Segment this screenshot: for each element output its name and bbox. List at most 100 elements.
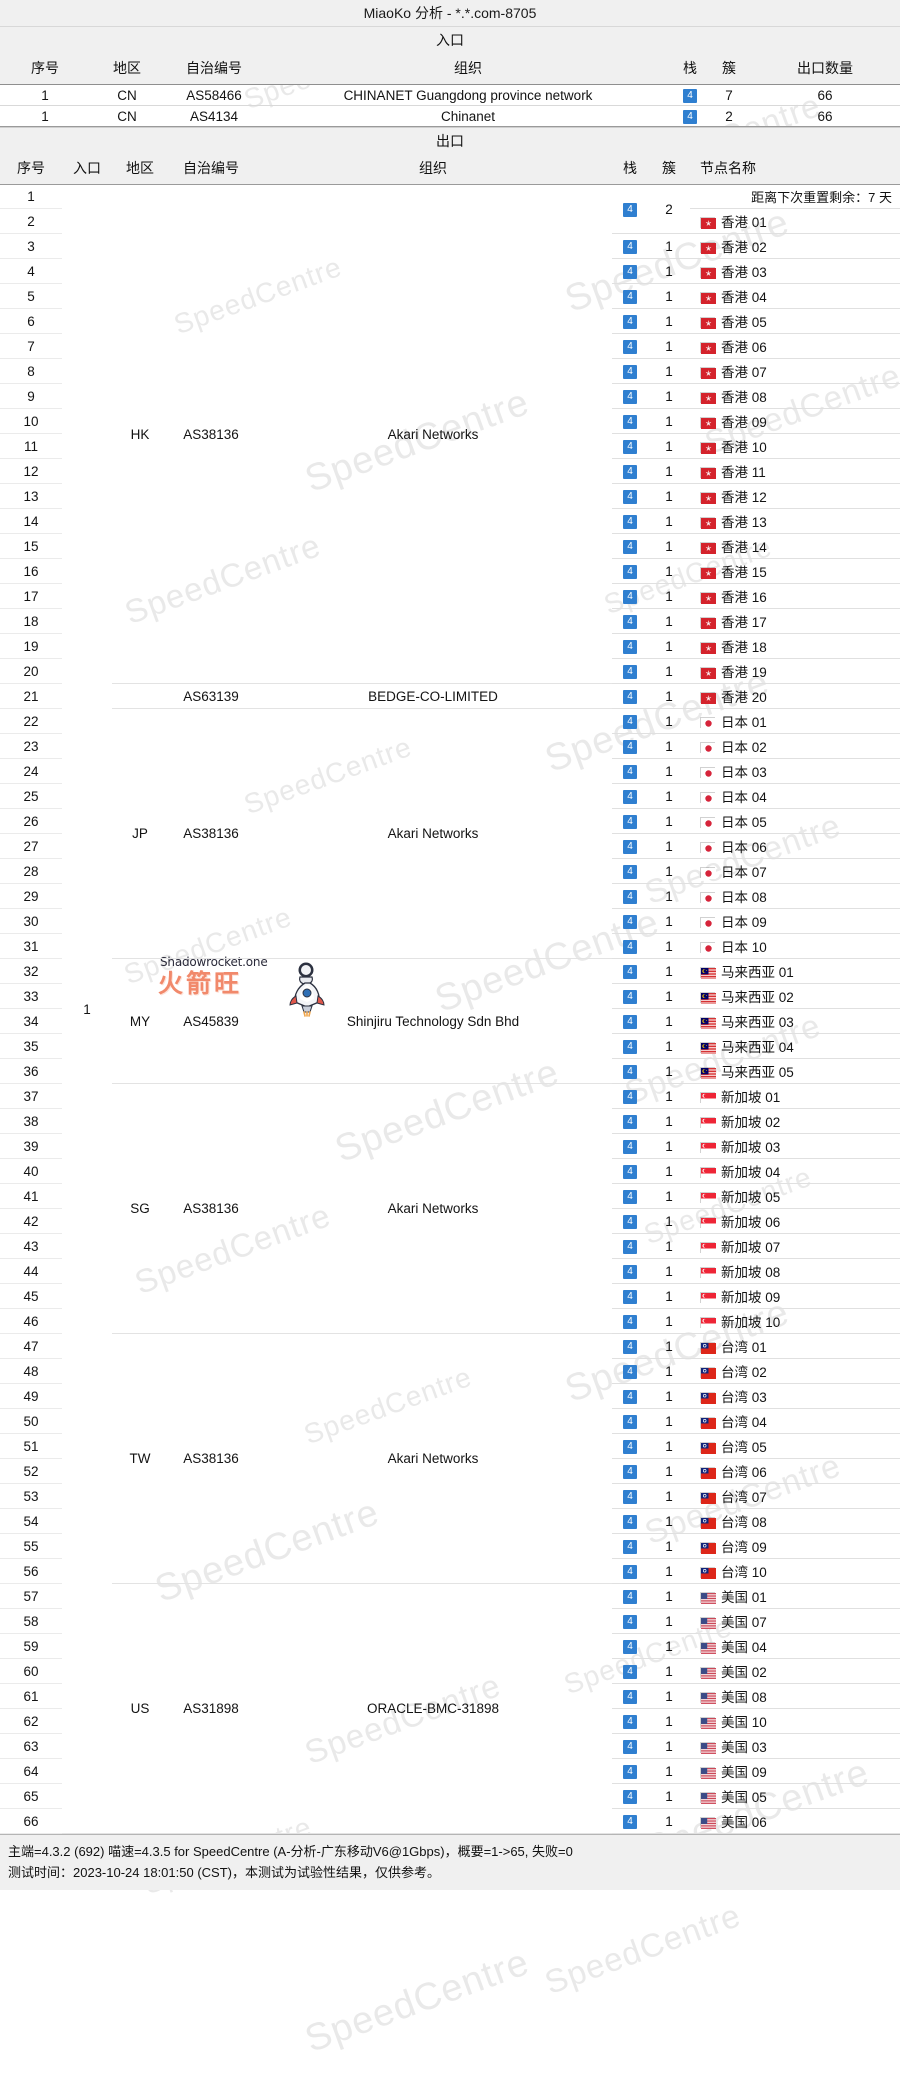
stack-badge: 4: [623, 639, 637, 654]
entry-col-index[interactable]: 序号: [0, 53, 90, 85]
exit-col-asn[interactable]: 自治编号: [168, 153, 254, 185]
table-row[interactable]: 32 MY AS45839 Shinjiru Technology Sdn Bhd 4 1…: [0, 958, 900, 1084]
exit-stack: 4: [612, 708, 648, 734]
exit-cluster: 1: [648, 1108, 690, 1134]
entry-col-org[interactable]: 组织: [264, 53, 672, 85]
stack-badge: 4: [623, 964, 637, 979]
table-row[interactable]: 1 CN AS4134 Chinanet 4 2 66: [0, 106, 900, 127]
exit-node-name: 日本 06: [690, 833, 900, 859]
entry-index: 1: [41, 108, 49, 124]
exit-node-name: 香港 01: [690, 208, 900, 234]
exit-node-name: 日本 02: [690, 733, 900, 759]
exit-col-cluster[interactable]: 簇: [648, 153, 690, 185]
entry-stack: 4: [672, 85, 708, 106]
table-row[interactable]: 47 TW AS38136 Akari Networks 4 1 台湾 01: [0, 1333, 900, 1584]
exit-stack: 4: [612, 683, 648, 709]
exit-node-name: 香港 10: [690, 433, 900, 459]
table-row[interactable]: 22 JP AS38136 Akari Networks 4 1 日本 01: [0, 708, 900, 959]
exit-region: MY: [112, 958, 168, 1084]
entry-col-asn[interactable]: 自治编号: [164, 53, 264, 85]
exit-col-node-name[interactable]: 节点名称: [690, 153, 900, 185]
exit-index: 8: [27, 363, 35, 379]
exit-cluster: 1: [648, 1508, 690, 1534]
exit-col-region[interactable]: 地区: [112, 153, 168, 185]
exit-node-name: 香港 20: [690, 683, 900, 709]
hk-flag: [700, 517, 716, 529]
entry-col-region[interactable]: 地区: [90, 53, 164, 85]
node-label: 香港 01: [721, 215, 767, 230]
node-label: 美国 08: [721, 1690, 767, 1705]
table-row[interactable]: 1 1 HK AS38136 Akari Networks 4 2 距离下次重置剩余：7 天: [0, 184, 900, 1834]
table-row[interactable]: 1 CN AS58466 CHINANET Guangdong province ne…: [0, 85, 900, 106]
entry-col-stack[interactable]: 栈: [672, 53, 708, 85]
exit-col-stack[interactable]: 栈: [612, 153, 648, 185]
exit-stack: 4: [612, 533, 648, 559]
exit-node-name: 香港 06: [690, 333, 900, 359]
exit-stack: 4: [612, 1458, 648, 1484]
sg-flag: [700, 1192, 716, 1204]
exit-stack: 4: [612, 458, 648, 484]
exit-banner-label: 出口: [436, 132, 464, 149]
node-label: 香港 05: [721, 315, 767, 330]
exit-cluster: 1: [648, 1208, 690, 1234]
entry-col-cluster[interactable]: 簇: [708, 53, 750, 85]
exit-node-name: 新加坡 05: [690, 1183, 900, 1209]
exit-asn: AS38136: [168, 1333, 254, 1584]
stack-badge: 4: [623, 1014, 637, 1029]
stack-badge: 4: [623, 1639, 637, 1654]
entry-col-exit-count[interactable]: 出口数量: [750, 53, 900, 85]
hk-flag: [700, 567, 716, 579]
exit-col-index[interactable]: 序号: [0, 153, 62, 185]
entry-stack: 4: [672, 106, 708, 127]
exit-cluster: 1: [648, 1483, 690, 1509]
exit-table-body: 1 1 HK AS38136 Akari Networks 4 2 距离下次重置剩余：7 天2…: [0, 184, 900, 1834]
exit-stack: 4: [612, 983, 648, 1009]
stack-badge: 4: [623, 939, 637, 954]
stack-badge: 4: [623, 589, 637, 604]
stack-badge: 4: [623, 264, 637, 279]
entry-banner-label: 入口: [436, 32, 464, 48]
exit-index: 7: [27, 338, 35, 354]
exit-index: 6: [27, 313, 35, 329]
exit-stack: 4: [612, 783, 648, 809]
exit-region: HK: [112, 184, 168, 684]
exit-index: 37: [23, 1088, 39, 1104]
exit-col-org[interactable]: 组织: [254, 153, 612, 185]
tw-flag: [700, 1542, 716, 1554]
app-window: SpeedCentre SpeedCentre SpeedCentre SpeedCe…: [0, 0, 900, 2091]
node-label: 新加坡 05: [721, 1190, 781, 1205]
tw-flag: [700, 1517, 716, 1529]
node-label: 新加坡 06: [721, 1215, 781, 1230]
exit-stack: 4: [612, 1033, 648, 1059]
exit-cluster: 1: [648, 783, 690, 809]
exit-col-entry[interactable]: 入口: [62, 153, 112, 185]
exit-cluster: 1: [648, 633, 690, 659]
node-label: 日本 03: [721, 765, 767, 780]
table-row[interactable]: 21 AS63139 BEDGE-CO-LIMITED 4 1 香港 20: [0, 683, 900, 709]
table-row[interactable]: 57 US AS31898 ORACLE-BMC-31898 4 1 美国 01: [0, 1583, 900, 1834]
exit-stack: 4: [612, 258, 648, 284]
node-label: 日本 07: [721, 865, 767, 880]
exit-org: BEDGE-CO-LIMITED: [254, 683, 612, 709]
node-label: 新加坡 08: [721, 1265, 781, 1280]
exit-stack: 4: [612, 1783, 648, 1809]
entry-header-row: 序号 地区 自治编号 组织 栈 簇 出口数量: [0, 53, 900, 85]
exit-node-name: 美国 05: [690, 1783, 900, 1809]
stack-badge: 4: [623, 1464, 637, 1479]
node-label: 香港 10: [721, 440, 767, 455]
exit-region: TW: [112, 1333, 168, 1584]
exit-cluster: 1: [648, 808, 690, 834]
exit-stack: 4: [612, 1658, 648, 1684]
exit-index: 39: [23, 1138, 39, 1154]
table-row[interactable]: 37 SG AS38136 Akari Networks 4 1 新加坡 01: [0, 1083, 900, 1334]
stack-badge: 4: [623, 714, 637, 729]
exit-index: 61: [23, 1688, 39, 1704]
exit-cluster: 1: [648, 1383, 690, 1409]
exit-index: 28: [23, 863, 39, 879]
us-flag: [700, 1617, 716, 1629]
exit-node-name: 台湾 06: [690, 1458, 900, 1484]
node-label: 台湾 03: [721, 1390, 767, 1405]
node-label: 马来西亚 03: [721, 1015, 794, 1030]
us-flag: [700, 1767, 716, 1779]
exit-node-name: 新加坡 06: [690, 1208, 900, 1234]
